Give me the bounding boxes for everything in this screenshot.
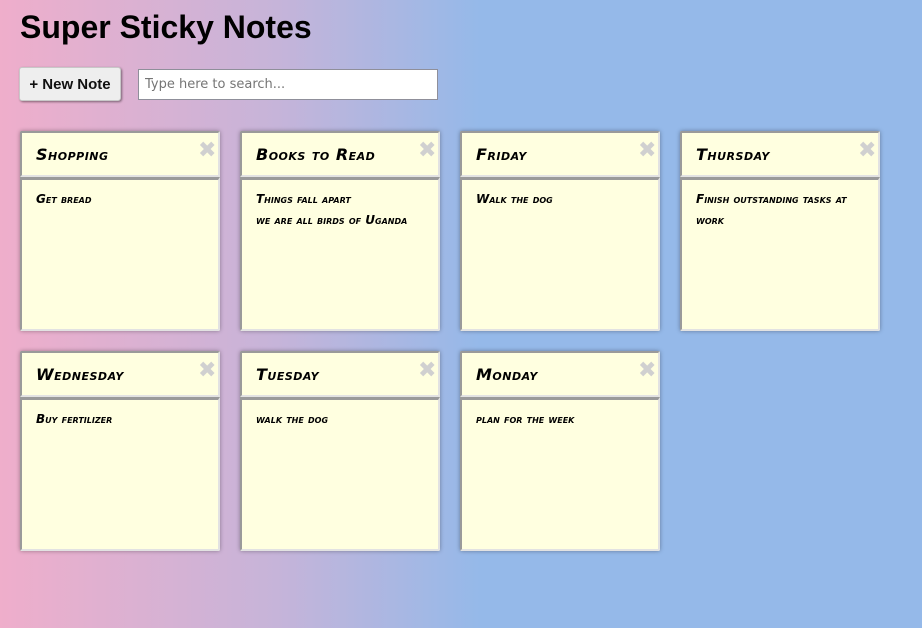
note-card: ✖ plan for the week	[460, 351, 660, 551]
note-body-textarea[interactable]: Walk the dog	[460, 177, 660, 331]
close-icon[interactable]: ✖	[198, 140, 216, 162]
note-title-input[interactable]	[240, 131, 440, 177]
note-title-input[interactable]	[20, 131, 220, 177]
note-body-textarea[interactable]: plan for the week	[460, 397, 660, 551]
note-body-textarea[interactable]: Get bread	[20, 177, 220, 331]
close-icon[interactable]: ✖	[198, 360, 216, 382]
note-title-input[interactable]	[460, 351, 660, 397]
search-input[interactable]	[138, 69, 438, 100]
note-card: ✖ walk the dog	[240, 351, 440, 551]
app-title: Super Sticky Notes	[20, 9, 312, 45]
note-body-textarea[interactable]: Things fall apart we are all birds of Ug…	[240, 177, 440, 331]
note-title-input[interactable]	[240, 351, 440, 397]
close-icon[interactable]: ✖	[858, 140, 876, 162]
note-title-input[interactable]	[680, 131, 880, 177]
close-icon[interactable]: ✖	[418, 360, 436, 382]
note-title-input[interactable]	[20, 351, 220, 397]
note-body-textarea[interactable]: Finish outstanding tasks at work	[680, 177, 880, 331]
note-card: ✖ Buy fertilizer	[20, 351, 220, 551]
new-note-button[interactable]: + New Note	[19, 67, 121, 101]
note-card: ✖ Things fall apart we are all birds of …	[240, 131, 440, 331]
note-body-textarea[interactable]: Buy fertilizer	[20, 397, 220, 551]
notes-list: ✖ Get bread ✖ Things fall apart we are a…	[20, 131, 900, 551]
note-card: ✖ Get bread	[20, 131, 220, 331]
note-title-input[interactable]	[460, 131, 660, 177]
close-icon[interactable]: ✖	[638, 140, 656, 162]
note-card: ✖ Walk the dog	[460, 131, 660, 331]
note-card: ✖ Finish outstanding tasks at work	[680, 131, 880, 331]
close-icon[interactable]: ✖	[418, 140, 436, 162]
note-body-textarea[interactable]: walk the dog	[240, 397, 440, 551]
close-icon[interactable]: ✖	[638, 360, 656, 382]
